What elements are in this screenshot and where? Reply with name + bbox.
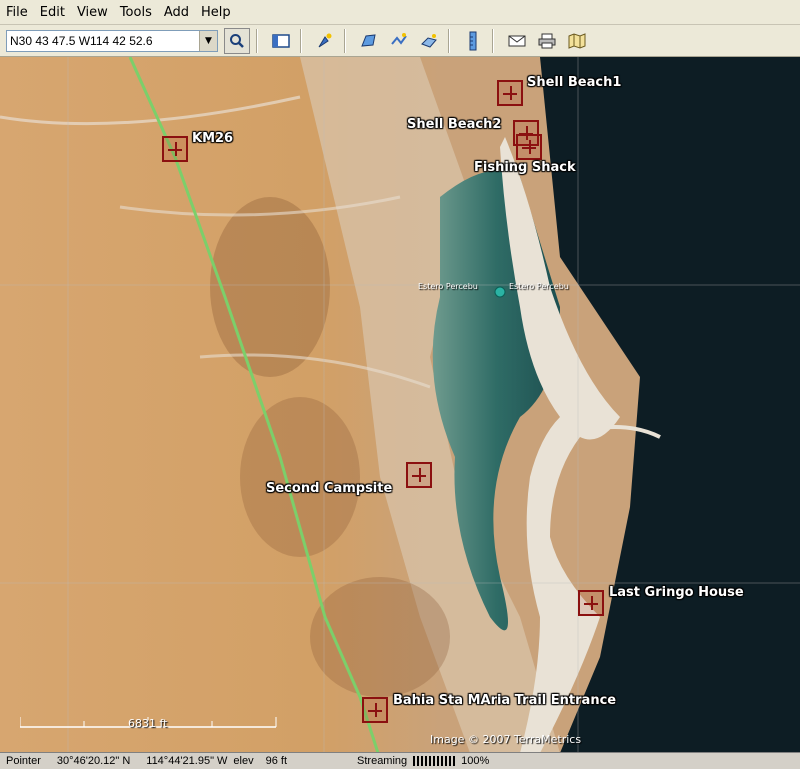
sidebar-toggle-button[interactable] — [268, 28, 294, 54]
email-icon — [508, 35, 526, 46]
print-icon — [538, 33, 556, 48]
placemark-marker-second-campsite[interactable] — [406, 462, 432, 488]
placemark-marker-km26[interactable] — [162, 136, 188, 162]
menu-bar: File Edit View Tools Add Help — [0, 0, 800, 25]
placemark-label-fishing-shack[interactable]: Fishing Shack — [474, 160, 576, 175]
streaming-percent: 100% — [461, 755, 490, 767]
imagery-copyright: Image © 2007 TerraMetrics — [430, 733, 582, 746]
email-button[interactable] — [504, 28, 530, 54]
chevron-down-icon[interactable]: ▼ — [199, 30, 217, 51]
placemark-label-bahia-trail-entrance[interactable]: Bahia Sta MAria Trail Entrance — [393, 693, 616, 708]
coordinate-search-box[interactable]: ▼ — [6, 29, 218, 52]
search-icon — [230, 33, 244, 48]
menu-view[interactable]: View — [71, 5, 114, 20]
elev-value: 96 ft — [265, 755, 288, 767]
print-button[interactable] — [534, 28, 560, 54]
placemark-label-shell-beach1[interactable]: Shell Beach1 — [527, 75, 621, 90]
image-overlay-icon — [421, 33, 437, 48]
pointer-label: Pointer — [6, 755, 41, 767]
coordinate-input[interactable] — [7, 31, 199, 50]
placemark-label-shell-beach2[interactable]: Shell Beach2 — [407, 117, 501, 132]
longitude-readout: 114°44'21.95" W — [146, 755, 228, 767]
estero-label-right: Estero Percebu — [509, 282, 569, 291]
placemark-marker-fishing-shack[interactable] — [516, 134, 542, 160]
streaming-progress-bar — [413, 756, 458, 766]
placemark-marker-shell-beach1[interactable] — [497, 80, 523, 106]
status-bar: Pointer 30°46'20.12" N 114°44'21.95" W e… — [0, 752, 800, 769]
elev-label: elev — [233, 755, 254, 767]
placemark-icon — [318, 33, 332, 47]
poi-icon[interactable] — [494, 286, 506, 298]
placemark-label-second-campsite[interactable]: Second Campsite — [266, 481, 392, 496]
menu-tools[interactable]: Tools — [114, 5, 158, 20]
satellite-imagery — [0, 57, 800, 753]
placemark-label-km26[interactable]: KM26 — [192, 131, 233, 146]
add-path-button[interactable] — [386, 28, 412, 54]
toolbar-divider — [448, 28, 450, 53]
latitude-readout: 30°46'20.12" N — [56, 755, 131, 767]
toolbar-divider — [492, 28, 494, 53]
estero-label-left: Estero Percebu — [418, 282, 478, 291]
add-polygon-button[interactable] — [356, 28, 382, 54]
ruler-button[interactable] — [460, 28, 486, 54]
view-in-maps-button[interactable] — [564, 28, 590, 54]
path-icon — [391, 32, 407, 45]
ruler-icon — [469, 31, 477, 50]
menu-file[interactable]: File — [0, 5, 34, 20]
menu-add[interactable]: Add — [158, 5, 195, 20]
search-button[interactable] — [224, 27, 250, 54]
view-in-maps-icon — [568, 32, 586, 49]
placemark-marker-bahia-trail-entrance[interactable] — [362, 697, 388, 723]
menu-help[interactable]: Help — [195, 5, 237, 20]
scale-label: 6831 ft — [128, 717, 168, 730]
placemark-label-last-gringo-house[interactable]: Last Gringo House — [609, 585, 744, 600]
toolbar-divider — [344, 28, 346, 53]
placemark-marker-last-gringo-house[interactable] — [578, 590, 604, 616]
map-view[interactable]: Shell Beach1 Shell Beach2 Fishing Shack … — [0, 57, 800, 753]
menu-edit[interactable]: Edit — [34, 5, 71, 20]
toolbar-divider — [300, 28, 302, 53]
polygon-icon — [361, 33, 376, 47]
toolbar: ▼ — [0, 25, 800, 57]
sidebar-icon — [272, 33, 290, 48]
toolbar-divider — [256, 28, 258, 53]
image-overlay-button[interactable] — [416, 28, 442, 54]
streaming-label: Streaming — [357, 755, 408, 767]
add-placemark-button[interactable] — [312, 28, 338, 54]
